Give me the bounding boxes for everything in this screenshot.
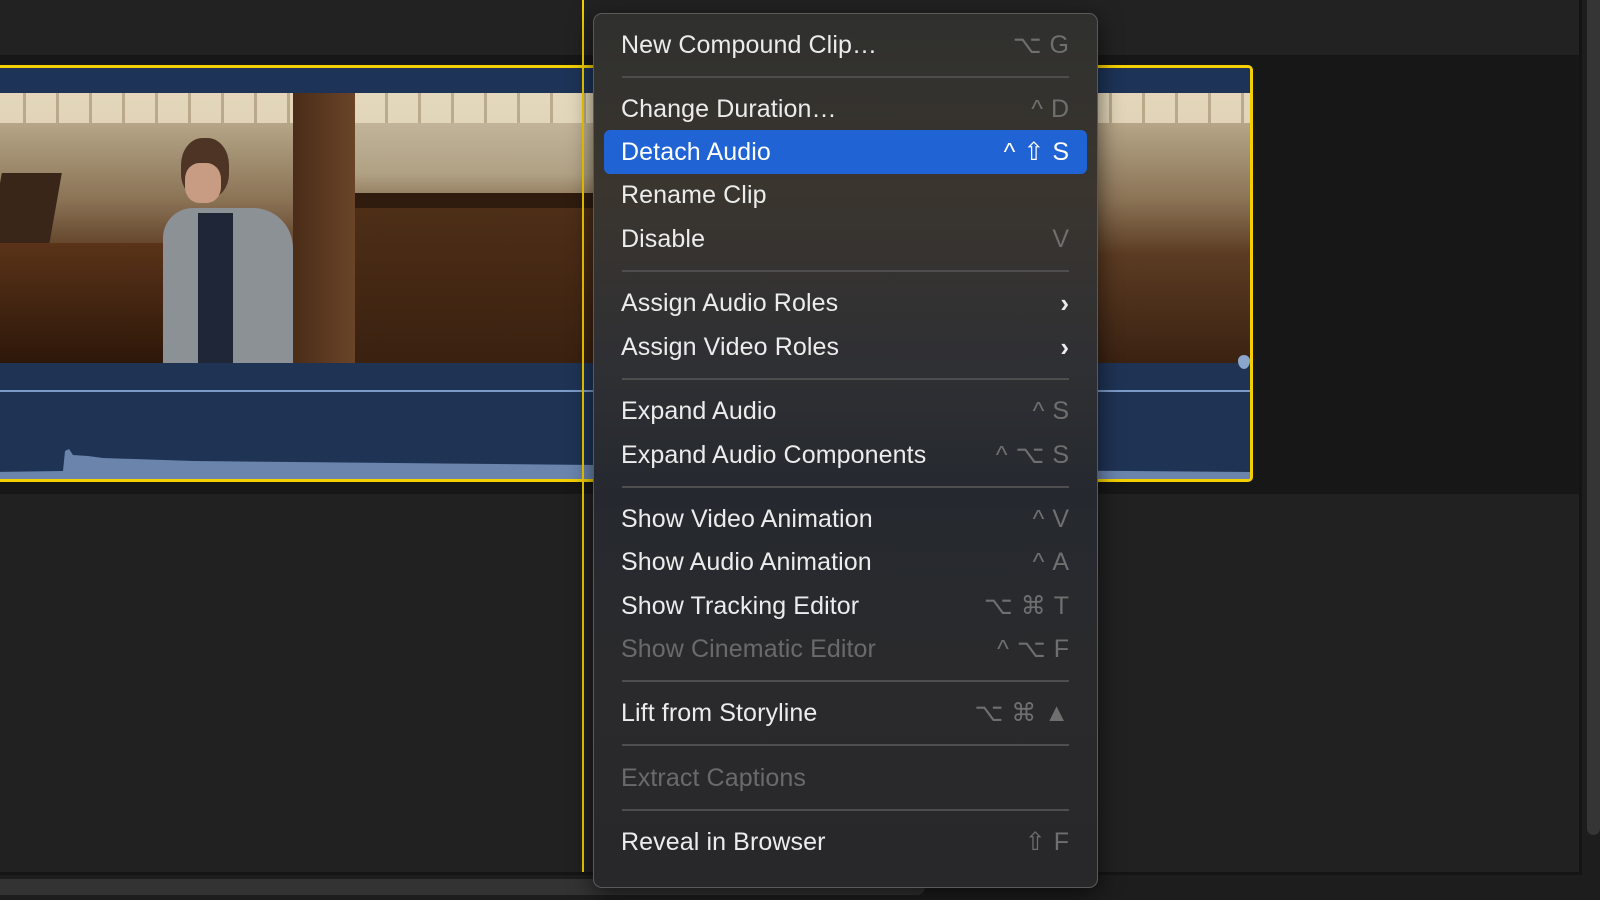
- menu-item-label: Disable: [621, 224, 706, 253]
- keyboard-shortcut: V: [1052, 225, 1069, 254]
- shortcut-key: S: [1052, 137, 1069, 166]
- thumbnail-pianist: [0, 93, 355, 363]
- menu-item-disable[interactable]: Disable V: [604, 217, 1087, 261]
- playhead[interactable]: [582, 0, 584, 872]
- shortcut-key: F: [1053, 634, 1069, 663]
- shortcut-key: D: [1050, 94, 1069, 123]
- clip-context-menu: New Compound Clip… ⌥ G Change Duration… ^ D De…: [593, 13, 1098, 888]
- shortcut-key: S: [1052, 396, 1069, 425]
- menu-item-label: Reveal in Browser: [621, 827, 826, 856]
- menu-item-expand-audio[interactable]: Expand Audio ^ S: [604, 389, 1087, 433]
- piano: [0, 243, 173, 363]
- shortcut-key: V: [1052, 224, 1069, 253]
- menu-item-label: New Compound Clip…: [621, 30, 878, 59]
- shortcut-key: G: [1049, 30, 1069, 59]
- menu-item-label: Show Video Animation: [621, 504, 873, 533]
- menu-item-show-tracking-editor[interactable]: Show Tracking Editor ⌥ ⌘ T: [604, 584, 1087, 628]
- pew: [293, 93, 355, 363]
- menu-item-label: Detach Audio: [621, 137, 771, 166]
- menu-item-reveal-in-browser[interactable]: Reveal in Browser ⇧ F: [604, 820, 1087, 864]
- control-key-icon: ^: [1031, 94, 1043, 123]
- shift-key-icon: ⇧: [1024, 828, 1046, 856]
- menu-item-label: Show Tracking Editor: [621, 591, 860, 620]
- menu-item-change-duration[interactable]: Change Duration… ^ D: [604, 87, 1087, 131]
- command-key-icon: ⌘: [1020, 592, 1046, 620]
- menu-item-label: Lift from Storyline: [621, 698, 818, 727]
- menu-item-label: Rename Clip: [621, 180, 767, 209]
- shortcut-key: T: [1053, 591, 1069, 620]
- keyboard-shortcut: ^ ⌥ F: [997, 634, 1069, 664]
- fade-handle[interactable]: [1238, 355, 1250, 369]
- menu-item-label: Assign Audio Roles: [621, 288, 839, 317]
- menu-item-label: Expand Audio: [621, 396, 777, 425]
- chevron-right-icon: ›: [1060, 287, 1069, 318]
- shortcut-key: V: [1052, 504, 1069, 533]
- control-key-icon: ^: [997, 634, 1009, 663]
- menu-item-rename-clip[interactable]: Rename Clip: [604, 173, 1087, 217]
- menu-item-new-compound-clip[interactable]: New Compound Clip… ⌥ G: [604, 23, 1087, 67]
- menu-separator: [622, 744, 1069, 746]
- shift-key-icon: ⇧: [1023, 138, 1045, 166]
- shortcut-key: S: [1052, 440, 1069, 469]
- menu-separator: [622, 809, 1069, 811]
- menu-separator: [622, 270, 1069, 272]
- menu-separator: [622, 378, 1069, 380]
- control-key-icon: ^: [1032, 396, 1045, 425]
- keyboard-shortcut: ^ A: [1033, 548, 1069, 577]
- option-key-icon: ⌥: [1012, 31, 1042, 59]
- menu-item-show-audio-animation[interactable]: Show Audio Animation ^ A: [604, 540, 1087, 584]
- keyboard-shortcut: ^ ⇧ S: [1004, 137, 1069, 167]
- menu-item-expand-audio-components[interactable]: Expand Audio Components ^ ⌥ S: [604, 433, 1087, 477]
- shortcut-key: A: [1052, 547, 1069, 576]
- menu-item-detach-audio[interactable]: Detach Audio ^ ⇧ S: [604, 130, 1087, 174]
- vertical-scrollbar[interactable]: [1587, 0, 1600, 835]
- control-key-icon: ^: [995, 440, 1008, 469]
- keyboard-shortcut: ⌥ ⌘ ▲: [974, 698, 1069, 728]
- menu-item-label: Show Audio Animation: [621, 547, 872, 576]
- option-key-icon: ⌥: [974, 699, 1004, 727]
- control-key-icon: ^: [1032, 547, 1045, 576]
- option-key-icon: ⌥: [983, 592, 1013, 620]
- panel-divider: [1579, 0, 1582, 872]
- up-arrow-key-icon: ▲: [1044, 698, 1069, 727]
- menu-item-show-video-animation[interactable]: Show Video Animation ^ V: [604, 497, 1087, 541]
- keyboard-shortcut: ^ ⌥ S: [996, 440, 1069, 470]
- keyboard-shortcut: ⌥ G: [1013, 30, 1069, 60]
- menu-item-show-cinematic-editor: Show Cinematic Editor ^ ⌥ F: [604, 627, 1087, 671]
- menu-item-label: Change Duration…: [621, 94, 837, 123]
- menu-separator: [622, 680, 1069, 682]
- command-key-icon: ⌘: [1011, 699, 1037, 727]
- control-key-icon: ^: [1003, 137, 1016, 166]
- thumbnail-pianist-hands: [1079, 93, 1250, 363]
- menu-separator: [622, 76, 1069, 78]
- menu-item-assign-audio-roles[interactable]: Assign Audio Roles ›: [604, 281, 1087, 325]
- shortcut-key: F: [1053, 827, 1069, 856]
- menu-item-label: Extract Captions: [621, 763, 807, 792]
- menu-separator: [622, 486, 1069, 488]
- menu-item-extract-captions: Extract Captions: [604, 756, 1087, 800]
- option-key-icon: ⌥: [1016, 635, 1046, 663]
- control-key-icon: ^: [1032, 504, 1045, 533]
- keyboard-shortcut: ^ D: [1031, 95, 1069, 124]
- option-key-icon: ⌥: [1015, 441, 1045, 469]
- keyboard-shortcut: ⇧ F: [1025, 827, 1069, 857]
- keyboard-shortcut: ^ V: [1033, 505, 1069, 534]
- menu-item-label: Show Cinematic Editor: [621, 634, 876, 663]
- menu-item-assign-video-roles[interactable]: Assign Video Roles ›: [604, 325, 1087, 369]
- chevron-right-icon: ›: [1060, 331, 1069, 362]
- pianist: [163, 138, 293, 363]
- menu-item-label: Assign Video Roles: [621, 332, 840, 361]
- menu-item-lift-from-storyline[interactable]: Lift from Storyline ⌥ ⌘ ▲: [604, 691, 1087, 735]
- keyboard-shortcut: ⌥ ⌘ T: [984, 591, 1069, 621]
- keyboard-shortcut: ^ S: [1033, 397, 1069, 426]
- menu-item-label: Expand Audio Components: [621, 440, 927, 469]
